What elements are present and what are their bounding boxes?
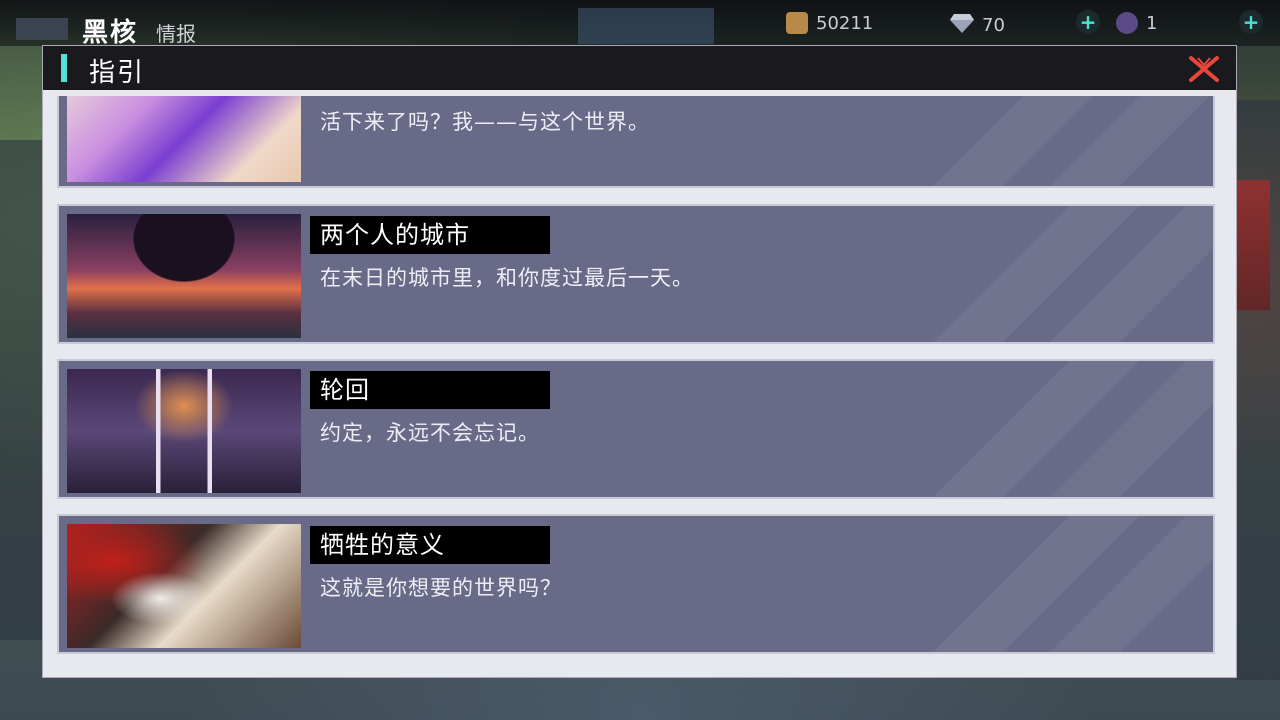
coin-value: 50211 xyxy=(816,12,874,34)
hud-subtitle: 情报 xyxy=(156,22,196,46)
hud-title: 黑核 xyxy=(82,18,139,48)
guide-modal: 指引 活下来了吗？我——与这个世界。 两个人的城市 在末日的城市里，和你度过最后… xyxy=(43,46,1236,677)
title-accent-bar xyxy=(61,54,67,82)
entry-description: 活下来了吗？我——与这个世界。 xyxy=(320,110,650,134)
entry-thumbnail xyxy=(67,214,301,338)
close-button[interactable] xyxy=(1188,54,1220,84)
entry-description: 这就是你想要的世界吗？ xyxy=(320,576,562,600)
top-hud: 黑核 情报 50211 70 + 1 + xyxy=(0,0,1280,48)
back-button[interactable] xyxy=(16,18,68,40)
entry-thumbnail xyxy=(67,524,301,648)
entry-description: 约定，永远不会忘记。 xyxy=(320,421,540,445)
guide-entry[interactable]: 两个人的城市 在末日的城市里，和你度过最后一天。 xyxy=(57,204,1215,344)
entry-title: 轮回 xyxy=(310,371,550,409)
add-orb-button[interactable]: + xyxy=(1239,10,1263,34)
bg-tower xyxy=(1230,180,1270,310)
entry-title: 牺牲的意义 xyxy=(310,526,550,564)
guide-entry[interactable]: 活下来了吗？我——与这个世界。 xyxy=(57,96,1215,188)
entry-description: 在末日的城市里，和你度过最后一天。 xyxy=(320,266,694,290)
entry-thumbnail xyxy=(67,96,301,182)
orb-resource: 1 xyxy=(1116,12,1157,34)
coin-resource: 50211 xyxy=(786,12,873,34)
entry-thumbnail xyxy=(67,369,301,493)
modal-title: 指引 xyxy=(89,58,146,88)
add-diamond-button[interactable]: + xyxy=(1076,10,1100,34)
guide-entry[interactable]: 轮回 约定，永远不会忘记。 xyxy=(57,359,1215,499)
modal-header: 指引 xyxy=(43,46,1236,90)
hud-clock xyxy=(578,8,714,44)
diamond-resource: 70 xyxy=(950,12,1005,39)
diamond-value: 70 xyxy=(982,15,1005,36)
diamond-icon xyxy=(950,12,974,39)
guide-list[interactable]: 活下来了吗？我——与这个世界。 两个人的城市 在末日的城市里，和你度过最后一天。… xyxy=(43,96,1236,677)
coin-icon xyxy=(786,12,808,34)
guide-entry[interactable]: 牺牲的意义 这就是你想要的世界吗？ xyxy=(57,514,1215,654)
close-icon xyxy=(1189,56,1219,82)
orb-value: 1 xyxy=(1146,12,1158,34)
entry-title: 两个人的城市 xyxy=(310,216,550,254)
orb-icon xyxy=(1116,12,1138,34)
